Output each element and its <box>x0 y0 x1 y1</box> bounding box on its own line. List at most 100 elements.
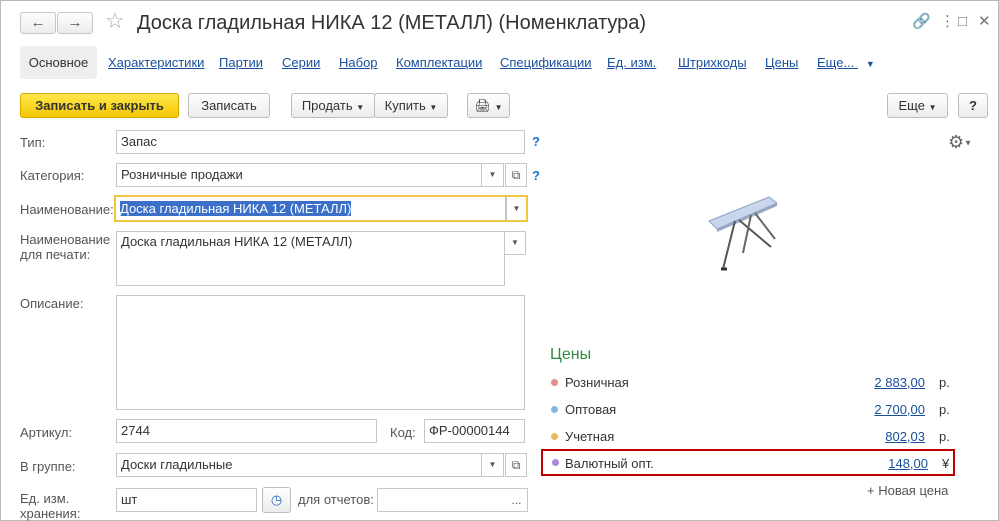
chevron-down-icon: ▼ <box>511 238 519 247</box>
link-icon[interactable]: 🔗 <box>912 12 931 32</box>
price-dot <box>551 433 558 440</box>
price-accounting-value[interactable]: 802,03 <box>853 429 925 444</box>
code-label: Код: <box>390 425 416 440</box>
category-dropdown[interactable]: ▼ <box>482 163 504 187</box>
tab-more-label: Еще... <box>817 55 855 70</box>
reports-select-button[interactable]: ... <box>506 488 528 512</box>
back-button[interactable]: ← <box>20 12 56 34</box>
print-name-dropdown[interactable]: ▼ <box>504 231 526 255</box>
star-icon[interactable]: ☆ <box>105 9 125 33</box>
save-close-button[interactable]: Записать и закрыть <box>20 93 179 118</box>
tab-main[interactable]: Основное <box>20 46 97 79</box>
group-label: В группе: <box>20 459 76 474</box>
group-open-button[interactable]: ⧉ <box>505 453 527 477</box>
category-label: Категория: <box>20 168 85 183</box>
chevron-down-icon: ▼ <box>964 138 973 148</box>
description-field[interactable] <box>116 295 525 410</box>
tab-batches[interactable]: Партии <box>219 55 263 71</box>
arrow-right-icon: → <box>67 14 83 31</box>
close-icon[interactable]: ✕ <box>978 12 991 32</box>
chevron-down-icon: ▼ <box>429 103 438 112</box>
chevron-down-icon: ▼ <box>488 460 497 469</box>
buy-label: Купить <box>384 98 426 113</box>
sell-button[interactable]: Продать ▼ <box>291 93 375 118</box>
sell-label: Продать <box>301 98 353 113</box>
printer-icon: 🖨 <box>474 98 491 113</box>
tab-configurations[interactable]: Комплектации <box>396 55 482 71</box>
category-field[interactable]: Розничные продажи <box>116 163 482 187</box>
type-field[interactable]: Запас <box>116 130 525 154</box>
page-title: Доска гладильная НИКА 12 (МЕТАЛЛ) (Номен… <box>137 12 647 34</box>
open-icon: ⧉ <box>511 168 521 182</box>
price-currency-wholesale-label: Валютный опт. <box>565 456 654 471</box>
price-dot <box>552 459 559 466</box>
maximize-icon[interactable]: □ <box>958 12 967 32</box>
price-wholesale-label: Оптовая <box>565 402 617 417</box>
name-value: Доска гладильная НИКА 12 (МЕТАЛЛ) <box>120 201 352 216</box>
price-wholesale-value[interactable]: 2 700,00 <box>853 402 925 417</box>
tab-barcodes[interactable]: Штрихкоды <box>678 55 747 71</box>
price-retail-value[interactable]: 2 883,00 <box>853 375 925 390</box>
unit-label-2: хранения: <box>20 506 81 521</box>
tab-characteristics[interactable]: Характеристики <box>108 55 204 71</box>
price-currency-wholesale-currency: ¥ <box>942 456 950 471</box>
code-field[interactable]: ФР-00000144 <box>424 419 525 443</box>
chevron-down-icon: ▼ <box>928 103 937 112</box>
forward-button[interactable]: → <box>57 12 93 34</box>
article-field[interactable]: 2744 <box>116 419 377 443</box>
price-currency-wholesale-value[interactable]: 148,00 <box>856 456 928 471</box>
price-dot <box>551 406 558 413</box>
chevron-down-icon: ▼ <box>356 103 365 112</box>
more-vert-icon[interactable]: ⋮ <box>940 12 955 32</box>
window: ← → ☆ Доска гладильная НИКА 12 (МЕТАЛЛ) … <box>0 0 999 521</box>
gear-icon[interactable]: ⚙▼ <box>948 132 972 153</box>
tab-series[interactable]: Серии <box>282 55 320 71</box>
price-retail-currency: р. <box>939 375 950 390</box>
category-open-button[interactable]: ⧉ <box>505 163 527 187</box>
tab-prices[interactable]: Цены <box>765 55 798 71</box>
unit-field[interactable]: шт <box>116 488 257 512</box>
chevron-down-icon: ▼ <box>494 103 503 112</box>
history-icon: ◷ <box>270 492 283 507</box>
print-name-label-2: для печати: <box>20 247 91 262</box>
prices-title: Цены <box>550 346 592 363</box>
print-name-label-1: Наименование <box>20 232 111 247</box>
tab-more[interactable]: Еще... ▼ <box>817 55 875 72</box>
help-category-icon[interactable]: ? <box>532 168 540 183</box>
more-label: Еще <box>898 98 925 113</box>
description-label: Описание: <box>20 296 84 311</box>
help-button[interactable]: ? <box>958 93 988 118</box>
ellipsis-icon: ... <box>511 493 522 507</box>
type-label: Тип: <box>20 135 46 150</box>
open-icon: ⧉ <box>511 458 521 472</box>
unit-history-button[interactable]: ◷ <box>262 487 291 513</box>
arrow-left-icon: ← <box>30 14 46 31</box>
unit-label-1: Ед. изм. <box>20 491 70 506</box>
buy-button[interactable]: Купить ▼ <box>374 93 448 118</box>
reports-label: для отчетов: <box>298 492 374 507</box>
chevron-down-icon: ▼ <box>865 59 875 69</box>
tab-units[interactable]: Ед. изм. <box>607 55 656 71</box>
help-type-icon[interactable]: ? <box>532 134 540 149</box>
product-image <box>708 196 778 271</box>
new-price-link[interactable]: + Новая цена <box>867 483 948 498</box>
price-accounting-label: Учетная <box>565 429 615 444</box>
print-name-field[interactable]: Доска гладильная НИКА 12 (МЕТАЛЛ) <box>116 231 505 286</box>
chevron-down-icon: ▼ <box>512 204 521 213</box>
tab-specifications[interactable]: Спецификации <box>500 55 592 71</box>
group-field[interactable]: Доски гладильные <box>116 453 482 477</box>
price-retail-label: Розничная <box>565 375 629 390</box>
price-dot <box>551 379 558 386</box>
more-button[interactable]: Еще ▼ <box>887 93 948 118</box>
group-dropdown[interactable]: ▼ <box>482 453 504 477</box>
tab-set[interactable]: Набор <box>339 55 378 71</box>
name-dropdown[interactable]: ▼ <box>506 195 528 222</box>
price-wholesale-currency: р. <box>939 402 950 417</box>
name-field[interactable]: Доска гладильная НИКА 12 (МЕТАЛЛ) <box>114 195 507 222</box>
price-accounting-currency: р. <box>939 429 950 444</box>
chevron-down-icon: ▼ <box>488 170 497 179</box>
reports-unit-field[interactable] <box>377 488 507 512</box>
print-button[interactable]: 🖨 ▼ <box>467 93 510 118</box>
save-button[interactable]: Записать <box>188 93 270 118</box>
article-label: Артикул: <box>20 425 73 440</box>
